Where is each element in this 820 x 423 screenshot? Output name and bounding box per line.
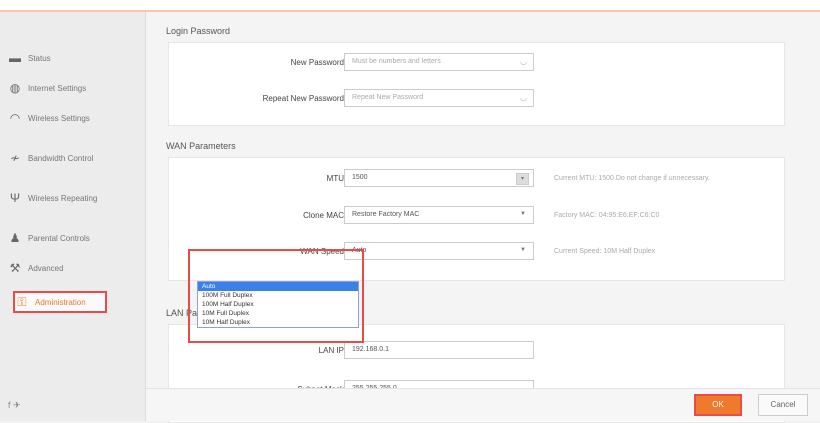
mtu-value: 1500	[352, 174, 368, 181]
section-title-wan: WAN Parameters	[166, 141, 236, 151]
sidebar: ▬ Status ◍ Internet Settings ◠ Wireless …	[0, 12, 146, 421]
sidebar-item-wireless-repeating[interactable]: Ψ Wireless Repeating	[8, 185, 130, 211]
clone-mac-select[interactable]: Restore Factory MAC ▼	[344, 206, 534, 224]
sidebar-item-label: Wireless Repeating	[28, 193, 98, 203]
lan-ip-value: 192.168.0.1	[352, 346, 389, 353]
repeater-icon: Ψ	[9, 191, 21, 205]
sidebar-item-status[interactable]: ▬ Status	[8, 45, 130, 71]
sidebar-item-wireless-settings[interactable]: ◠ Wireless Settings	[8, 105, 130, 131]
login-section: New Password Must be numbers and letters…	[168, 42, 785, 126]
admin-key-icon: ⚿	[17, 294, 27, 309]
sidebar-item-bandwidth-control[interactable]: ≁ Bandwidth Control	[8, 145, 130, 171]
lan-ip-input[interactable]: 192.168.0.1	[344, 341, 534, 359]
highlight-box	[188, 249, 364, 343]
eye-icon[interactable]: ◡	[520, 93, 527, 102]
clone-mac-label: Clone MAC	[303, 211, 344, 220]
sidebar-item-label: Advanced	[28, 263, 64, 273]
wan-speed-select[interactable]: Auto ▼	[344, 242, 534, 260]
tools-icon: ⚒	[9, 261, 21, 275]
mtu-hint: Current MTU: 1500 Do not change if unnec…	[554, 175, 710, 182]
globe-icon: ◍	[9, 81, 21, 95]
chevron-down-icon: ▼	[520, 211, 526, 217]
new-password-label: New Password	[290, 58, 344, 67]
sidebar-item-label: Administration	[35, 297, 86, 307]
cancel-button[interactable]: Cancel	[758, 394, 808, 416]
top-bar	[0, 0, 820, 12]
main-panel: Login Password New Password Must be numb…	[146, 12, 820, 423]
monitor-icon: ▬	[9, 51, 21, 65]
wifi-icon: ◠	[9, 111, 21, 125]
repeat-password-label: Repeat New Password	[262, 94, 344, 103]
chevron-down-icon: ▼	[520, 247, 526, 253]
sidebar-item-label: Parental Controls	[28, 233, 90, 243]
spinner-icon[interactable]: ▾	[516, 173, 529, 185]
social-links[interactable]: f ✈	[8, 400, 21, 411]
sidebar-item-label: Status	[28, 53, 51, 63]
parental-icon: ♟	[9, 231, 21, 245]
new-password-input[interactable]: Must be numbers and letters ◡	[344, 53, 534, 71]
sidebar-item-label: Bandwidth Control	[28, 153, 94, 163]
clone-mac-hint: Factory MAC: 04:95:E6:EF:C6:C0	[554, 212, 660, 219]
footer-bar: OK Cancel	[146, 388, 820, 421]
repeat-password-placeholder: Repeat New Password	[352, 94, 424, 101]
sidebar-item-label: Wireless Settings	[28, 113, 90, 123]
section-title-login: Login Password	[166, 26, 231, 36]
ok-button[interactable]: OK	[694, 394, 742, 416]
new-password-placeholder: Must be numbers and letters	[352, 58, 441, 65]
lan-ip-label: LAN IP	[318, 346, 344, 355]
clone-mac-value: Restore Factory MAC	[352, 211, 420, 218]
sidebar-item-parental-controls[interactable]: ♟ Parental Controls	[8, 225, 130, 251]
repeat-password-input[interactable]: Repeat New Password ◡	[344, 89, 534, 107]
wan-speed-hint: Current Speed: 10M Half Duplex	[554, 248, 656, 255]
sidebar-item-label: Internet Settings	[28, 83, 87, 93]
mtu-input[interactable]: 1500 ▾	[344, 169, 534, 187]
sidebar-item-advanced[interactable]: ⚒ Advanced	[8, 255, 130, 281]
eye-icon[interactable]: ◡	[520, 57, 527, 66]
sidebar-item-internet-settings[interactable]: ◍ Internet Settings	[8, 75, 130, 101]
bandwidth-icon: ≁	[9, 151, 21, 165]
sidebar-item-administration[interactable]: ⚿ Administration	[13, 291, 107, 313]
mtu-label: MTU	[326, 174, 344, 183]
